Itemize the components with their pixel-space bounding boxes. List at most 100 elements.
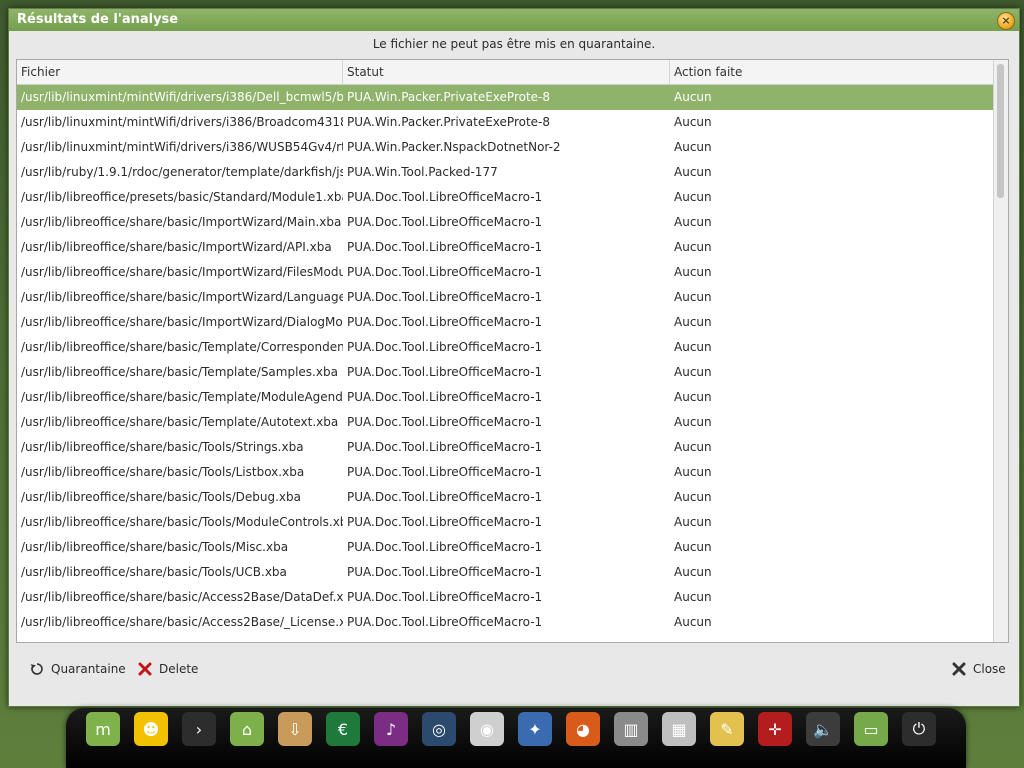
table-row[interactable]: /usr/lib/libreoffice/share/basic/Templat… xyxy=(17,410,1000,435)
cell-file: /usr/lib/libreoffice/share/basic/ImportW… xyxy=(21,215,342,229)
close-button[interactable]: Close xyxy=(951,659,1006,679)
cell-file: /usr/lib/linuxmint/mintWifi/drivers/i386… xyxy=(21,115,343,129)
cell-status: PUA.Doc.Tool.LibreOfficeMacro-1 xyxy=(347,515,543,529)
trash-icon[interactable]: ▥ xyxy=(614,712,648,746)
cell-action: Aucun xyxy=(674,265,712,279)
emoticon-icon[interactable]: ☻ xyxy=(134,712,168,746)
delete-x-icon xyxy=(138,662,152,676)
cell-action: Aucun xyxy=(674,90,712,104)
table-row[interactable]: /usr/lib/libreoffice/share/basic/Tools/M… xyxy=(17,535,1000,560)
action-bar: Quarantaine Delete Close xyxy=(9,649,1019,689)
terminal-icon[interactable]: › xyxy=(182,712,216,746)
table-row[interactable]: /usr/lib/libreoffice/share/basic/Tools/D… xyxy=(17,485,1000,510)
cell-status: PUA.Win.Packer.NspackDotnetNor-2 xyxy=(347,140,561,154)
table-row[interactable]: /usr/lib/libreoffice/share/basic/Templat… xyxy=(17,335,1000,360)
cell-status: PUA.Doc.Tool.LibreOfficeMacro-1 xyxy=(347,465,543,479)
cell-status: PUA.Doc.Tool.LibreOfficeMacro-1 xyxy=(347,265,543,279)
cell-file: /usr/lib/libreoffice/share/basic/Templat… xyxy=(21,365,338,379)
table-row[interactable]: /usr/lib/libreoffice/share/basic/ImportW… xyxy=(17,210,1000,235)
table-row[interactable]: /usr/lib/libreoffice/share/basic/Tools/M… xyxy=(17,510,1000,535)
scan-results-window: Résultats de l'analyse × Le fichier ne p… xyxy=(8,8,1020,707)
software-manager-icon[interactable]: ✦ xyxy=(518,712,552,746)
table-row[interactable]: /usr/lib/libreoffice/share/basic/ImportW… xyxy=(17,285,1000,310)
cell-action: Aucun xyxy=(674,415,712,429)
screenshot-icon[interactable]: ◎ xyxy=(422,712,456,746)
target-icon[interactable]: ✛ xyxy=(758,712,792,746)
cell-status: PUA.Doc.Tool.LibreOfficeMacro-1 xyxy=(347,340,543,354)
quarantine-label: Quarantaine xyxy=(51,662,126,676)
table-row[interactable]: /usr/lib/linuxmint/mintWifi/drivers/i386… xyxy=(17,110,1000,135)
table-header: Fichier Statut Action faite xyxy=(17,60,1000,85)
cell-status: PUA.Doc.Tool.LibreOfficeMacro-1 xyxy=(347,240,543,254)
cell-status: PUA.Doc.Tool.LibreOfficeMacro-1 xyxy=(347,615,543,629)
undo-arrow-icon xyxy=(30,663,43,675)
cell-action: Aucun xyxy=(674,465,712,479)
column-status[interactable]: Statut xyxy=(343,60,670,84)
table-row[interactable]: /usr/lib/libreoffice/share/basic/Tools/U… xyxy=(17,560,1000,585)
workspace-icon[interactable]: ▭ xyxy=(854,712,888,746)
cell-file: /usr/lib/ruby/1.9.1/rdoc/generator/templ… xyxy=(21,165,343,179)
power-icon[interactable]: ⏻ xyxy=(902,712,936,746)
quarantine-button[interactable]: Quarantaine xyxy=(29,659,126,679)
cell-action: Aucun xyxy=(674,540,712,554)
table-row[interactable]: /usr/lib/libreoffice/share/basic/Templat… xyxy=(17,360,1000,385)
cell-file: /usr/lib/libreoffice/share/basic/ImportW… xyxy=(21,265,343,279)
table-row[interactable]: /usr/lib/libreoffice/share/basic/ImportW… xyxy=(17,260,1000,285)
cell-status: PUA.Doc.Tool.LibreOfficeMacro-1 xyxy=(347,490,543,504)
cell-file: /usr/lib/libreoffice/share/basic/ImportW… xyxy=(21,290,343,304)
cell-file: /usr/lib/libreoffice/share/basic/Templat… xyxy=(21,415,339,429)
table-row[interactable]: /usr/lib/linuxmint/mintWifi/drivers/i386… xyxy=(17,135,1000,160)
cell-status: PUA.Doc.Tool.LibreOfficeMacro-1 xyxy=(347,415,543,429)
cell-status: PUA.Doc.Tool.LibreOfficeMacro-1 xyxy=(347,540,543,554)
vertical-scrollbar[interactable] xyxy=(993,60,1008,642)
linux-mint-menu-icon[interactable]: m xyxy=(86,712,120,746)
table-row[interactable]: /usr/lib/libreoffice/share/basic/Tools/S… xyxy=(17,435,1000,460)
calculator-icon[interactable]: ▦ xyxy=(662,712,696,746)
firefox-icon[interactable]: ◕ xyxy=(566,712,600,746)
table-row[interactable]: /usr/lib/libreoffice/share/basic/Tools/L… xyxy=(17,460,1000,485)
cell-file: /usr/lib/linuxmint/mintWifi/drivers/i386… xyxy=(21,90,343,104)
cell-action: Aucun xyxy=(674,365,712,379)
table-row[interactable]: /usr/lib/libreoffice/share/basic/Access2… xyxy=(17,585,1000,610)
titlebar: Résultats de l'analyse × xyxy=(9,9,1019,31)
results-table: Fichier Statut Action faite /usr/lib/lin… xyxy=(16,59,1009,643)
cell-action: Aucun xyxy=(674,490,712,504)
cell-file: /usr/lib/libreoffice/share/basic/Templat… xyxy=(21,340,343,354)
cell-action: Aucun xyxy=(674,515,712,529)
cell-action: Aucun xyxy=(674,315,712,329)
table-row[interactable]: /usr/lib/libreoffice/share/basic/ImportW… xyxy=(17,310,1000,335)
notes-icon[interactable]: ✎ xyxy=(710,712,744,746)
volume-icon[interactable]: 🔈 xyxy=(806,712,840,746)
cell-file: /usr/lib/libreoffice/presets/basic/Stand… xyxy=(21,190,343,204)
table-row[interactable]: /usr/lib/linuxmint/mintWifi/drivers/i386… xyxy=(17,85,1000,110)
cell-action: Aucun xyxy=(674,165,712,179)
cell-file: /usr/lib/libreoffice/share/basic/Tools/M… xyxy=(21,515,343,529)
archive-manager-icon[interactable]: ⇩ xyxy=(278,712,312,746)
table-row[interactable]: /usr/lib/libreoffice/share/basic/Templat… xyxy=(17,385,1000,410)
table-row[interactable]: /usr/lib/libreoffice/presets/basic/Stand… xyxy=(17,185,1000,210)
cell-action: Aucun xyxy=(674,390,712,404)
cell-action: Aucun xyxy=(674,290,712,304)
cell-file: /usr/lib/linuxmint/mintWifi/drivers/i386… xyxy=(21,140,343,154)
cell-file: /usr/lib/libreoffice/share/basic/Tools/D… xyxy=(21,490,301,504)
scrollbar-thumb[interactable] xyxy=(997,64,1004,198)
home-folder-icon[interactable]: ⌂ xyxy=(230,712,264,746)
status-message: Le fichier ne peut pas être mis en quara… xyxy=(372,37,656,51)
cell-action: Aucun xyxy=(674,565,712,579)
cell-action: Aucun xyxy=(674,590,712,604)
cell-status: PUA.Doc.Tool.LibreOfficeMacro-1 xyxy=(347,565,543,579)
disc-burner-icon[interactable]: ◉ xyxy=(470,712,504,746)
cell-file: /usr/lib/libreoffice/share/basic/Access2… xyxy=(21,615,343,629)
music-player-icon[interactable]: ♪ xyxy=(374,712,408,746)
column-file[interactable]: Fichier xyxy=(17,60,343,84)
clamtk-icon[interactable]: € xyxy=(326,712,360,746)
table-row[interactable]: /usr/lib/libreoffice/share/basic/ImportW… xyxy=(17,235,1000,260)
table-row[interactable]: /usr/lib/ruby/1.9.1/rdoc/generator/templ… xyxy=(17,160,1000,185)
delete-button[interactable]: Delete xyxy=(137,659,198,679)
cell-action: Aucun xyxy=(674,140,712,154)
column-action[interactable]: Action faite xyxy=(670,60,1000,84)
table-row[interactable]: /usr/lib/libreoffice/share/basic/Access2… xyxy=(17,610,1000,635)
cell-status: PUA.Doc.Tool.LibreOfficeMacro-1 xyxy=(347,190,543,204)
window-close-button[interactable]: × xyxy=(997,12,1015,30)
cell-status: PUA.Doc.Tool.LibreOfficeMacro-1 xyxy=(347,215,543,229)
